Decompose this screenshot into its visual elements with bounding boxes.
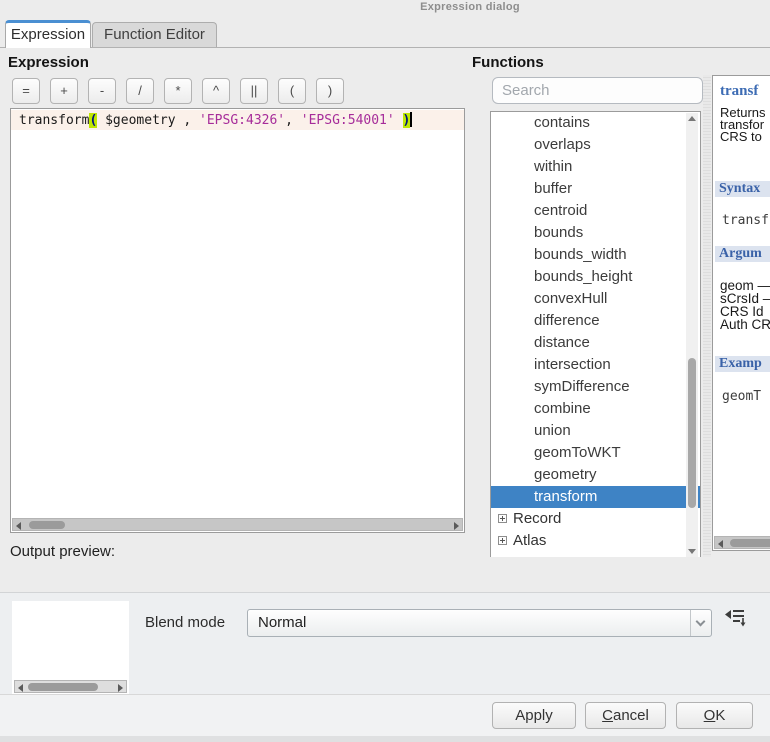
function-help-panel: transf Returns transfor CRS to Syntax tr… — [712, 75, 770, 551]
functions-panel-header: Functions — [472, 54, 544, 71]
scroll-down-icon[interactable] — [688, 549, 696, 554]
function-list-scroll-thumb[interactable] — [688, 358, 696, 508]
operator-power-button[interactable]: ^ — [202, 78, 230, 104]
operator-divide-button[interactable]: / — [126, 78, 154, 104]
tab-function-editor[interactable]: Function Editor — [92, 22, 217, 47]
code-geometry-arg: $geometry , — [97, 113, 199, 128]
function-item-symdifference[interactable]: symDifference — [491, 376, 700, 398]
function-item-centroid[interactable]: centroid — [491, 200, 700, 222]
function-item-difference[interactable]: difference — [491, 310, 700, 332]
ok-button[interactable]: OK — [676, 702, 753, 729]
function-item-overlaps[interactable]: overlaps — [491, 134, 700, 156]
help-horizontal-scrollbar[interactable] — [714, 536, 770, 549]
function-group-atlas[interactable]: Atlas — [491, 530, 700, 552]
data-defined-override-icon — [723, 606, 747, 630]
editor-horizontal-scrollbar[interactable] — [12, 518, 463, 531]
function-item-bounds-width[interactable]: bounds_width — [491, 244, 700, 266]
window-title: Expression dialog — [170, 1, 770, 13]
expression-dialog: Expression dialog Expression Function Ed… — [0, 0, 770, 742]
expression-editor[interactable]: transform( $geometry , 'EPSG:4326', 'EPS… — [10, 108, 465, 533]
scroll-right-icon[interactable] — [454, 522, 459, 530]
preview-horizontal-scrollbar[interactable] — [14, 680, 127, 693]
function-item-contains[interactable]: contains — [491, 112, 700, 134]
operator-plus-button[interactable]: + — [50, 78, 78, 104]
function-item-geometry[interactable]: geometry — [491, 464, 700, 486]
layer-preview-box — [12, 601, 129, 695]
function-item-within[interactable]: within — [491, 156, 700, 178]
code-string-epsg4326: 'EPSG:4326' — [199, 113, 285, 128]
function-search-input[interactable] — [492, 77, 703, 104]
function-item-transform-selected[interactable]: transform — [491, 486, 700, 508]
function-group-record[interactable]: Record — [491, 508, 700, 530]
text-cursor — [410, 112, 412, 127]
expression-code[interactable]: transform( $geometry , 'EPSG:4326', 'EPS… — [19, 112, 412, 128]
scroll-left-icon[interactable] — [16, 522, 21, 530]
expand-plus-icon[interactable] — [498, 536, 507, 545]
operator-close-paren-button[interactable]: ) — [316, 78, 344, 104]
scroll-left-icon[interactable] — [18, 684, 23, 692]
group-label: Atlas — [513, 532, 546, 549]
operator-open-paren-button[interactable]: ( — [278, 78, 306, 104]
expression-panel-header: Expression — [8, 54, 89, 71]
scroll-up-icon[interactable] — [688, 116, 696, 121]
function-item-intersection[interactable]: intersection — [491, 354, 700, 376]
function-item-buffer[interactable]: buffer — [491, 178, 700, 200]
operator-equals-button[interactable]: = — [12, 78, 40, 104]
help-example-heading: Examp — [715, 356, 770, 372]
help-hscroll-thumb[interactable] — [730, 539, 770, 547]
help-arguments-heading: Argum — [715, 246, 770, 262]
code-function-name: transform — [19, 113, 89, 128]
chevron-down-icon — [696, 617, 706, 627]
scroll-right-icon[interactable] — [118, 684, 123, 692]
tab-pane-border — [0, 47, 770, 48]
dialog-button-row: Apply Cancel OK — [0, 694, 770, 742]
function-item-bounds[interactable]: bounds — [491, 222, 700, 244]
scroll-left-icon[interactable] — [718, 540, 723, 548]
code-close-paren: ) — [403, 113, 411, 128]
blend-mode-select[interactable]: Normal — [247, 609, 712, 637]
function-list[interactable]: contains overlaps within buffer centroid… — [490, 111, 701, 557]
function-item-distance[interactable]: distance — [491, 332, 700, 354]
blend-mode-label: Blend mode — [145, 614, 225, 631]
tab-expression[interactable]: Expression — [5, 20, 91, 48]
function-list-scrollbar[interactable] — [686, 113, 698, 557]
cancel-button[interactable]: Cancel — [585, 702, 666, 729]
function-item-geomtowkt[interactable]: geomToWKT — [491, 442, 700, 464]
blend-mode-value: Normal — [258, 614, 306, 631]
help-title: transf — [720, 83, 758, 100]
help-syntax-code: transf — [722, 213, 769, 228]
output-preview-label: Output preview: — [10, 543, 115, 560]
code-string-epsg54001: 'EPSG:54001' — [301, 113, 395, 128]
layer-properties-section: Blend mode Normal — [0, 592, 770, 694]
help-description: Returns transfor CRS to — [720, 107, 766, 143]
function-item-combine[interactable]: combine — [491, 398, 700, 420]
apply-button[interactable]: Apply — [492, 702, 576, 729]
preview-hscroll-thumb[interactable] — [28, 683, 98, 691]
code-space — [395, 113, 403, 128]
function-item-bounds-height[interactable]: bounds_height — [491, 266, 700, 288]
expand-plus-icon[interactable] — [498, 514, 507, 523]
panel-splitter[interactable] — [703, 75, 711, 557]
operator-multiply-button[interactable]: * — [164, 78, 192, 104]
operator-minus-button[interactable]: - — [88, 78, 116, 104]
help-example-code: geomT — [722, 389, 761, 404]
code-comma: , — [285, 113, 301, 128]
group-label: Record — [513, 510, 561, 527]
function-item-convexhull[interactable]: convexHull — [491, 288, 700, 310]
data-defined-override-button[interactable] — [722, 606, 748, 632]
help-arguments-text: geom — sCrsId – CRS Id Auth CR — [720, 279, 770, 331]
combo-dropdown-area[interactable] — [690, 610, 711, 636]
help-syntax-heading: Syntax — [715, 181, 770, 197]
editor-hscroll-thumb[interactable] — [29, 521, 65, 529]
operator-concat-button[interactable]: || — [240, 78, 268, 104]
function-item-union[interactable]: union — [491, 420, 700, 442]
